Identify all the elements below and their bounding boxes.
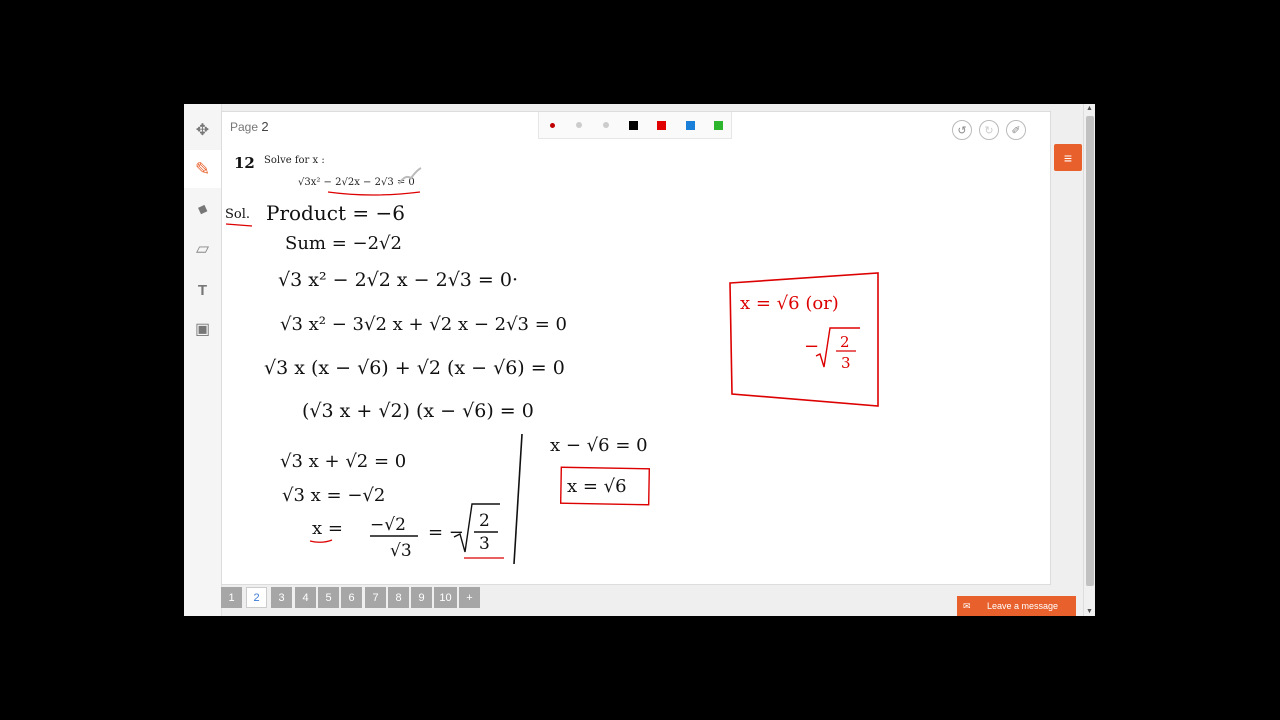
envelope-icon: ✉ — [963, 600, 971, 611]
hw-box1: x = √6 (or) — [740, 293, 839, 314]
hw-box3: 2 — [840, 333, 850, 351]
shapes-icon: ▱ — [195, 239, 210, 258]
hw-left3a: x = — [312, 518, 343, 539]
hw-left3f: 3 — [479, 534, 490, 554]
hw-left1: √3 x + √2 = 0 — [280, 451, 406, 472]
page-button-2[interactable]: 2 — [246, 587, 267, 608]
vertical-scrollbar[interactable]: ▲ ▼ — [1083, 104, 1095, 616]
tool-sidebar: ✥ ✎ ◆ ▱ T ▣ — [184, 104, 222, 616]
page-button-9[interactable]: 9 — [411, 587, 432, 608]
page-button-10[interactable]: 10 — [434, 587, 457, 608]
page-button-4[interactable]: 4 — [295, 587, 316, 608]
scrollbar-thumb[interactable] — [1086, 116, 1094, 586]
page-button-6[interactable]: 6 — [341, 587, 362, 608]
divider-line — [513, 433, 523, 565]
question-equation: √3x² − 2√2x − 2√3 = 0 — [298, 177, 415, 188]
hw-right2: x = √6 — [567, 476, 627, 497]
hw-box2: − — [804, 336, 819, 357]
add-page-button[interactable]: + — [459, 587, 480, 608]
hw-line3: √3 x² − 2√2 x − 2√3 = 0· — [278, 269, 518, 291]
move-icon: ✥ — [195, 122, 210, 139]
page-button-5[interactable]: 5 — [318, 587, 339, 608]
hw-right1: x − √6 = 0 — [550, 435, 648, 456]
image-icon: ▣ — [194, 321, 211, 338]
hw-left2: √3 x = −√2 — [282, 485, 385, 506]
page-button-8[interactable]: 8 — [388, 587, 409, 608]
x-underline — [309, 539, 333, 543]
box-sqrt-sign — [815, 327, 860, 368]
whiteboard-app: ✥ ✎ ◆ ▱ T ▣ Page 2 ↺ ↻ ✐ 12 Solve for x … — [184, 104, 1095, 616]
hw-line2: Sum = −2√2 — [285, 233, 402, 254]
question-number: 12 — [234, 154, 255, 172]
hw-left3b: −√2 — [370, 515, 406, 535]
hw-sol: Sol. — [225, 207, 250, 222]
sol-underline — [225, 223, 253, 227]
pencil-tool-button[interactable]: ✎ — [184, 150, 221, 188]
hw-line5: √3 x (x − √6) + √2 (x − √6) = 0 — [264, 357, 565, 379]
hw-line4: √3 x² − 3√2 x + √2 x − 2√3 = 0 — [280, 314, 567, 335]
shapes-tool-button[interactable]: ▱ — [184, 230, 221, 268]
hw-left3d: = − — [428, 522, 464, 543]
hw-left3c: √3 — [390, 541, 412, 561]
move-tool-button[interactable]: ✥ — [184, 111, 221, 149]
hw-box4: 3 — [841, 354, 851, 372]
drawing-canvas[interactable]: Page 2 ↺ ↻ ✐ 12 Solve for x : √3x² − 2√2… — [221, 111, 1051, 585]
pencil-icon: ✎ — [194, 158, 211, 179]
menu-button[interactable]: ≡ — [1054, 144, 1082, 171]
image-tool-button[interactable]: ▣ — [184, 310, 221, 348]
page-button-3[interactable]: 3 — [271, 587, 292, 608]
text-tool-button[interactable]: T — [184, 271, 221, 309]
text-icon: T — [197, 281, 208, 299]
hamburger-icon: ≡ — [1063, 149, 1073, 166]
leave-message-button[interactable]: ✉ Leave a message — [957, 596, 1076, 616]
page-button-1[interactable]: 1 — [221, 587, 242, 608]
eraser-icon: ◆ — [195, 199, 210, 218]
hw-left3e: 2 — [479, 511, 490, 531]
leave-message-label: Leave a message — [987, 601, 1059, 611]
eraser-tool-button[interactable]: ◆ — [184, 190, 221, 228]
hw-line1: Product = −6 — [266, 201, 405, 225]
question-prompt: Solve for x : — [264, 155, 325, 166]
handwritten-solution: 12 Solve for x : √3x² − 2√2x − 2√3 = 0 S… — [225, 154, 879, 565]
hw-line6: (√3 x + √2) (x − √6) = 0 — [302, 400, 534, 422]
scroll-down-arrow-icon[interactable]: ▼ — [1086, 608, 1093, 615]
scroll-up-arrow-icon[interactable]: ▲ — [1086, 105, 1093, 112]
page-button-7[interactable]: 7 — [365, 587, 386, 608]
underline-red-1 — [327, 191, 421, 196]
